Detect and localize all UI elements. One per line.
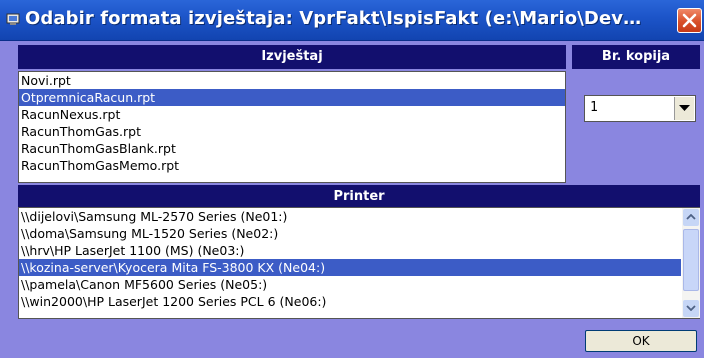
chevron-down-icon bbox=[686, 305, 696, 311]
app-icon bbox=[6, 11, 20, 25]
copies-value: 1 bbox=[590, 100, 598, 115]
printer-list[interactable]: \\dijelovi\Samsung ML-2570 Series (Ne01:… bbox=[18, 207, 700, 319]
copies-select[interactable]: 1 bbox=[584, 95, 696, 122]
chevron-down-icon bbox=[679, 105, 690, 111]
copies-header: Br. kopija bbox=[572, 45, 700, 69]
report-list[interactable]: Novi.rpt OtpremnicaRacun.rpt RacunNexus.… bbox=[18, 71, 566, 183]
printer-header: Printer bbox=[18, 185, 700, 209]
dialog-window: Odabir formata izvještaja: VprFakt\Ispis… bbox=[0, 0, 704, 358]
window-title: Odabir formata izvještaja: VprFakt\Ispis… bbox=[25, 8, 642, 29]
scroll-up-button[interactable] bbox=[683, 209, 699, 226]
report-item[interactable]: RacunNexus.rpt bbox=[19, 106, 565, 123]
printer-item[interactable]: \\hrv\HP LaserJet 1100 (MS) (Ne03:) bbox=[19, 242, 699, 259]
printer-item[interactable]: \\dijelovi\Samsung ML-2570 Series (Ne01:… bbox=[19, 208, 699, 225]
scroll-thumb[interactable] bbox=[683, 229, 699, 291]
report-item[interactable]: RacunThomGas.rpt bbox=[19, 123, 565, 140]
chevron-up-icon bbox=[686, 214, 696, 220]
close-button[interactable] bbox=[677, 8, 702, 33]
printer-item[interactable]: \\doma\Samsung ML-1520 Series (Ne02:) bbox=[19, 225, 699, 242]
printer-item[interactable]: \\pamela\Canon MF5600 Series (Ne05:) bbox=[19, 276, 699, 293]
report-item[interactable]: Novi.rpt bbox=[19, 72, 565, 89]
scroll-down-button[interactable] bbox=[683, 300, 699, 317]
printer-scrollbar[interactable] bbox=[682, 208, 700, 318]
report-item[interactable]: RacunThomGasMemo.rpt bbox=[19, 157, 565, 174]
close-icon bbox=[682, 13, 697, 28]
ok-button[interactable]: OK bbox=[585, 330, 697, 352]
copies-dropdown-button[interactable] bbox=[674, 97, 694, 120]
report-header: Izvještaj bbox=[18, 45, 566, 69]
title-bar[interactable]: Odabir formata izvještaja: VprFakt\Ispis… bbox=[0, 0, 704, 41]
printer-item[interactable]: \\kozina-server\Kyocera Mita FS-3800 KX … bbox=[19, 259, 681, 276]
report-item[interactable]: OtpremnicaRacun.rpt bbox=[19, 89, 565, 106]
printer-item[interactable]: \\win2000\HP LaserJet 1200 Series PCL 6 … bbox=[19, 293, 699, 310]
report-item[interactable]: RacunThomGasBlank.rpt bbox=[19, 140, 565, 157]
